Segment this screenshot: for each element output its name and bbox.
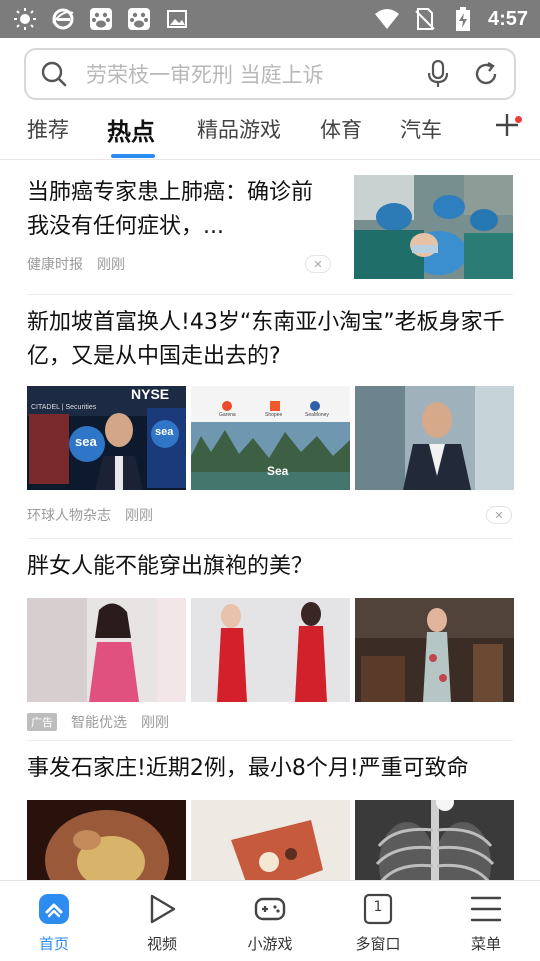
nav-minigames[interactable]: 小游戏 xyxy=(225,881,315,961)
baidu-paw-icon xyxy=(126,6,152,32)
nav-label: 多窗口 xyxy=(355,935,401,953)
category-tabs: 推荐 热点 精品游戏 体育 汽车 xyxy=(0,104,540,160)
home-icon[interactable] xyxy=(38,893,70,925)
wifi-icon xyxy=(374,6,400,32)
image-caption: sea xyxy=(75,434,97,449)
tab-premium-games[interactable]: 精品游戏 xyxy=(197,114,281,144)
image-caption: CITADEL | Securities xyxy=(31,404,97,411)
menu-icon[interactable] xyxy=(470,893,502,925)
news-image-object[interactable] xyxy=(191,800,350,880)
nav-menu[interactable]: 菜单 xyxy=(441,881,531,961)
news-meta: 环球人物杂志 刚刚 xyxy=(27,505,153,525)
news-thumbnail-surgery[interactable] xyxy=(354,175,513,279)
ad-image-qipao-red[interactable] xyxy=(191,598,350,702)
ad-meta: 广告 智能优选 刚刚 xyxy=(27,712,169,732)
news-image-xray[interactable] xyxy=(355,800,514,880)
nav-label: 首页 xyxy=(38,935,69,953)
image-caption: sea xyxy=(155,426,174,438)
news-time: 刚刚 xyxy=(97,257,125,273)
search-bar[interactable]: 劳荣枝一审死刑 当庭上诉 xyxy=(24,48,516,100)
nav-label: 小游戏 xyxy=(247,935,293,953)
news-feed: 当肺癌专家患上肺癌：确诊前我没有任何症状，... 健康时报 刚刚 ✕ 新加坡首富… xyxy=(0,160,540,880)
news-time: 刚刚 xyxy=(141,715,169,731)
nav-home[interactable]: 首页 xyxy=(9,881,99,961)
close-icon: ✕ xyxy=(494,508,504,522)
close-icon: ✕ xyxy=(313,257,323,271)
news-title[interactable]: 事发石家庄!近期2例，最小8个月!严重可致命 xyxy=(27,752,517,786)
window-count: 1 xyxy=(373,899,383,915)
news-image-nyse[interactable]: NYSE sea sea CITADEL | Securities xyxy=(27,386,186,490)
search-icon[interactable] xyxy=(40,60,68,88)
battery-charging-icon xyxy=(450,6,476,32)
image-caption: Shopee xyxy=(265,412,283,418)
ie-browser-icon xyxy=(50,6,76,32)
nav-label: 菜单 xyxy=(470,935,501,953)
news-title[interactable]: 当肺癌专家患上肺癌：确诊前我没有任何症状，... xyxy=(27,176,327,244)
image-caption: NYSE xyxy=(131,386,170,402)
news-image-portrait[interactable] xyxy=(355,386,514,490)
news-title[interactable]: 胖女人能不能穿出旗袍的美？ xyxy=(27,550,517,584)
news-time: 刚刚 xyxy=(125,508,153,524)
notification-dot xyxy=(515,116,522,123)
search-input[interactable]: 劳荣枝一审死刑 当庭上诉 xyxy=(68,59,424,89)
image-icon xyxy=(164,6,190,32)
nav-video[interactable]: 视频 xyxy=(117,881,207,961)
news-title[interactable]: 新加坡首富换人!43岁“东南亚小淘宝”老板身家千亿，又是从中国走出去的? xyxy=(27,306,517,374)
ad-badge: 广告 xyxy=(27,713,57,731)
brightness-icon xyxy=(12,6,38,32)
news-meta: 健康时报 刚刚 xyxy=(27,254,125,274)
ad-image-qipao-pink[interactable] xyxy=(27,598,186,702)
tab-auto[interactable]: 汽车 xyxy=(400,114,442,144)
divider xyxy=(27,740,513,741)
dismiss-button[interactable]: ✕ xyxy=(486,506,512,524)
nav-multi-window[interactable]: 1 多窗口 xyxy=(333,881,423,961)
no-sim-icon xyxy=(412,6,438,32)
tab-sports[interactable]: 体育 xyxy=(320,114,362,144)
nav-label: 视频 xyxy=(146,935,177,953)
clock: 4:57 xyxy=(487,7,528,30)
news-source: 环球人物杂志 xyxy=(27,508,111,524)
news-source: 健康时报 xyxy=(27,257,83,273)
tab-recommend[interactable]: 推荐 xyxy=(27,114,69,144)
refresh-icon[interactable] xyxy=(472,60,500,88)
image-caption: Garena xyxy=(219,412,236,418)
dismiss-button[interactable]: ✕ xyxy=(305,255,331,273)
divider xyxy=(27,294,513,295)
gamepad-icon[interactable] xyxy=(254,893,286,925)
status-bar: 4:57 xyxy=(0,0,540,38)
divider xyxy=(27,538,513,539)
bottom-navigation: 首页 视频 小游戏 1 多窗口 菜单 xyxy=(0,880,540,960)
news-image-endoscopy[interactable] xyxy=(27,800,186,880)
news-image-sea-website[interactable]: Sea Garena Shopee SeaMoney xyxy=(191,386,350,490)
image-caption: SeaMoney xyxy=(305,412,329,418)
play-icon[interactable] xyxy=(146,893,178,925)
image-caption: Sea xyxy=(267,464,289,478)
microphone-icon[interactable] xyxy=(424,60,452,88)
baidu-paw-icon xyxy=(88,6,114,32)
tab-hot[interactable]: 热点 xyxy=(107,112,155,147)
active-tab-indicator xyxy=(111,154,155,158)
windows-icon[interactable]: 1 xyxy=(362,893,394,925)
ad-image-qipao-floral[interactable] xyxy=(355,598,514,702)
news-source: 智能优选 xyxy=(71,715,127,731)
